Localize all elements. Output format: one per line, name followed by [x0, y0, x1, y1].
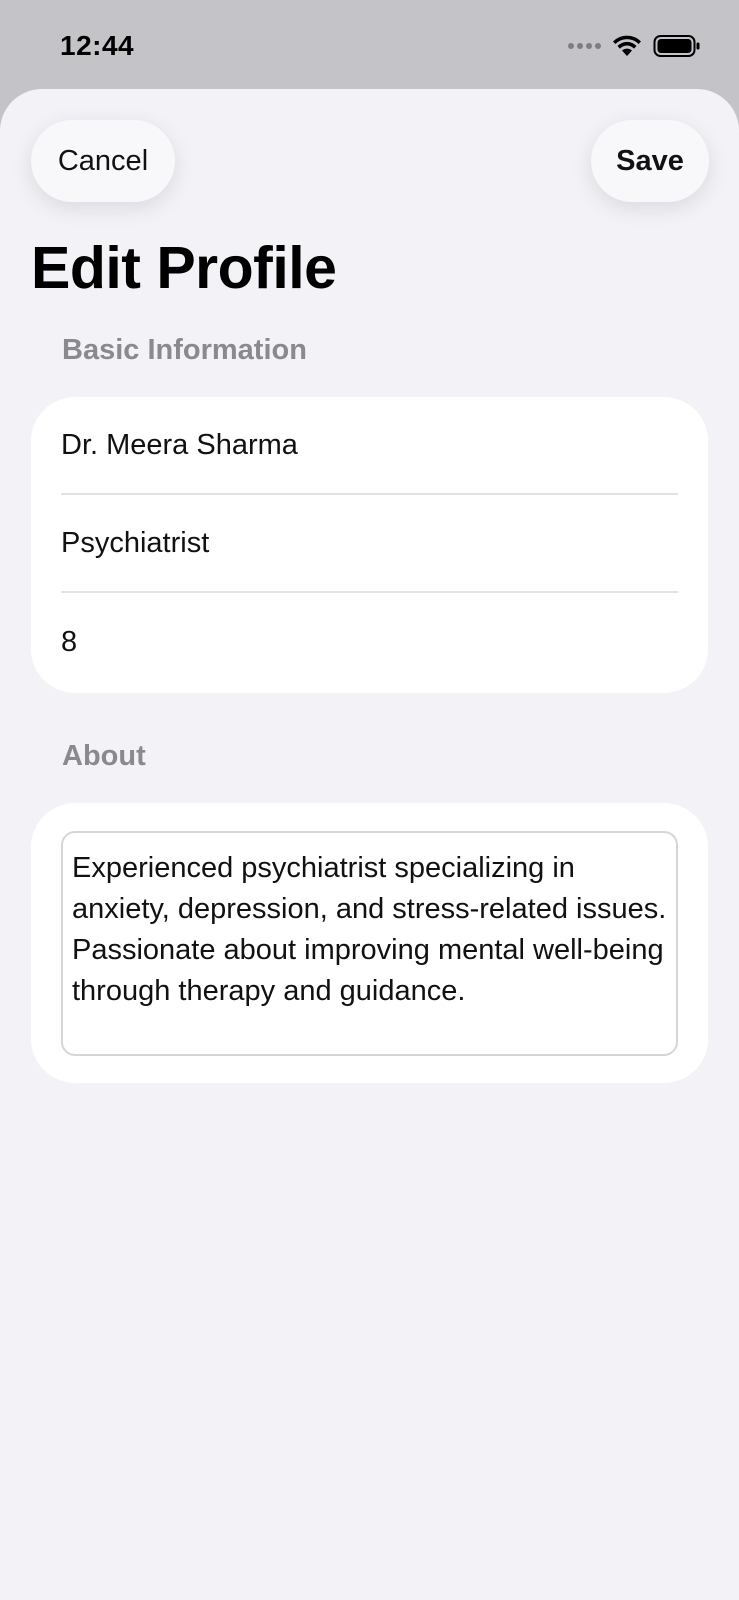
edit-profile-sheet: Cancel Save Edit Profile Basic Informati…	[0, 89, 739, 1600]
page-title: Edit Profile	[31, 235, 337, 301]
cellular-signal-icon	[568, 43, 601, 49]
about-text-area[interactable]: Experienced psychiatrist specializing in…	[61, 831, 678, 1056]
cancel-button[interactable]: Cancel	[31, 120, 175, 202]
wifi-icon	[613, 35, 641, 56]
status-icons	[568, 34, 701, 58]
status-bar: 12:44	[0, 0, 739, 92]
about-card: Experienced psychiatrist specializing in…	[31, 803, 708, 1083]
basic-information-card: Dr. Meera Sharma Psychiatrist 8	[31, 397, 708, 693]
specialty-field[interactable]: Psychiatrist	[61, 495, 678, 593]
save-button[interactable]: Save	[591, 120, 709, 202]
name-field[interactable]: Dr. Meera Sharma	[61, 397, 678, 495]
battery-icon	[653, 35, 700, 57]
status-time: 12:44	[60, 30, 135, 61]
experience-field[interactable]: 8	[61, 593, 678, 691]
basic-information-header: Basic Information	[62, 334, 307, 366]
about-header: About	[62, 740, 146, 772]
